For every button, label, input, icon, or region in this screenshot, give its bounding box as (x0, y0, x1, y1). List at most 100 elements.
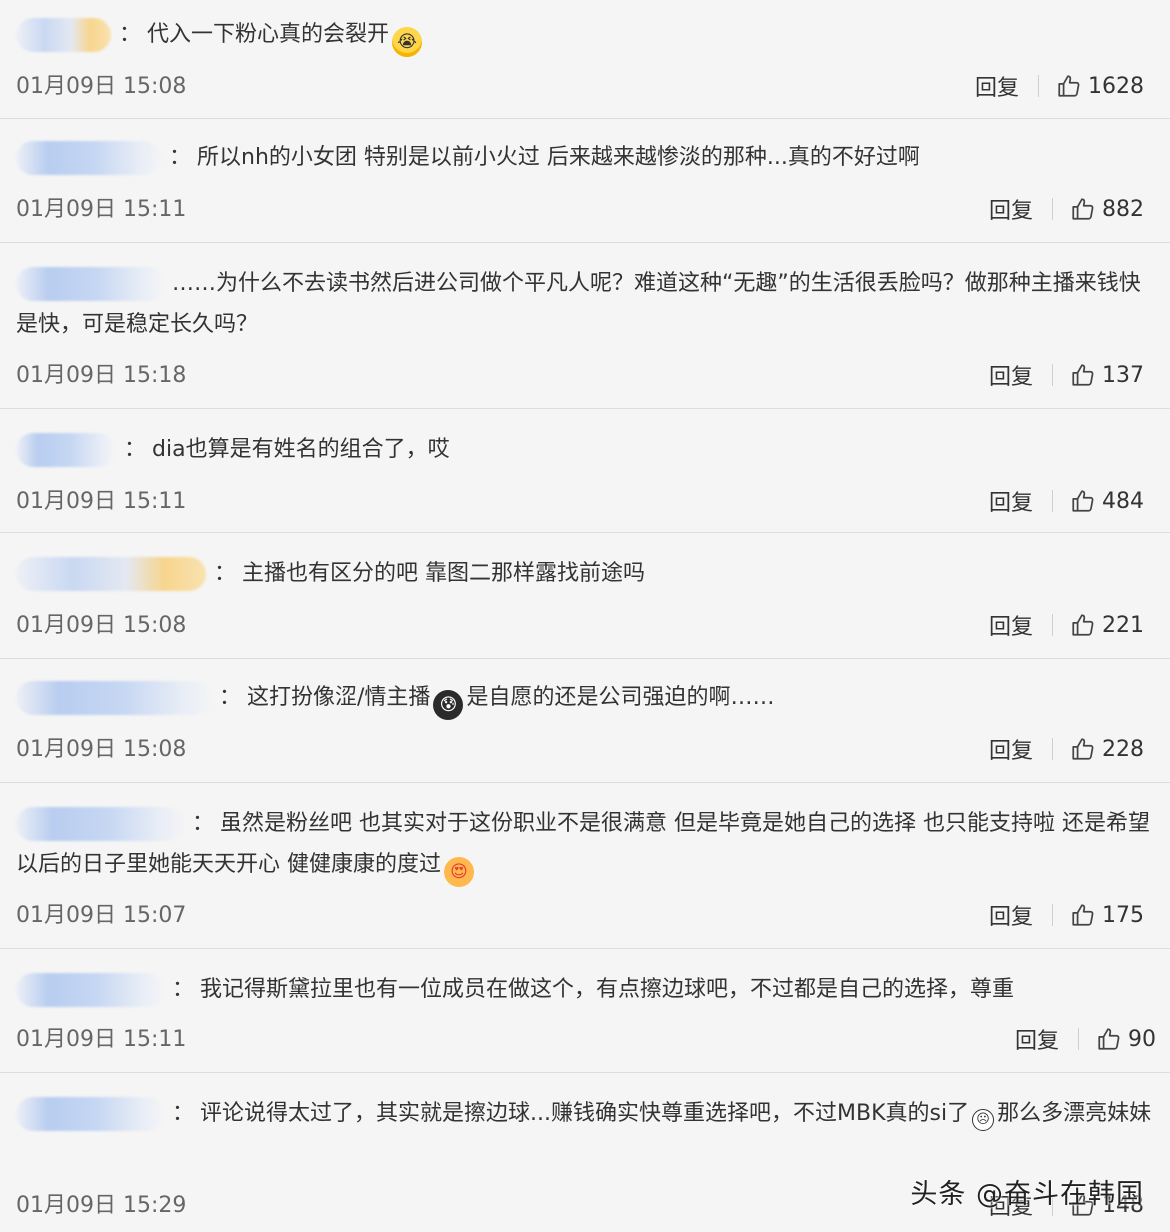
comment-body: 虽然是粉丝吧 也其实对于这份职业不是很满意 但是毕竟是她自己的选择 也只能支持啦… (16, 811, 1150, 877)
blurred-username[interactable] (16, 973, 164, 1007)
like-count: 882 (1102, 196, 1144, 222)
like-button[interactable]: 1628 (1056, 73, 1144, 99)
reply-button[interactable]: 回复 (989, 733, 1033, 765)
reply-button[interactable]: 回复 (989, 609, 1033, 641)
divider (1052, 364, 1053, 386)
comment-item: ：代入一下粉心真的会裂开 😭 01月09日 15:08 回复 1628 (0, 0, 1170, 119)
like-count: 90 (1128, 1026, 1156, 1052)
like-button[interactable]: 882 (1070, 196, 1144, 222)
blurred-username[interactable] (16, 18, 111, 52)
comment-text: ……为什么不去读书然后进公司做个平凡人呢？难道这种“无趣”的生活很丢脸吗？做那种… (16, 263, 1156, 345)
crying-face-icon: 😭 (392, 27, 423, 57)
comment-item: ：所以nh的小女团 特别是以前小火过 后来越来越惨淡的那种...真的不好过啊 0… (0, 119, 1170, 243)
comment-body: 所以nh的小女团 特别是以前小火过 后来越来越惨淡的那种...真的不好过啊 (197, 145, 920, 170)
comment-text: ：我记得斯黛拉里也有一位成员在做这个，有点擦边球吧，不过都是自己的选择，尊重 (16, 969, 1156, 1010)
comment-item: ：主播也有区分的吧 靠图二那样露找前途吗 01月09日 15:08 回复 221 (0, 533, 1170, 659)
like-count: 221 (1102, 612, 1144, 638)
comment-body: 评论说得太过了，其实就是擦边球...赚钱确实快尊重选择吧，不过MBK真的si了 (200, 1101, 970, 1126)
comment-item: ……为什么不去读书然后进公司做个平凡人呢？难道这种“无趣”的生活很丢脸吗？做那种… (0, 243, 1170, 409)
thumbs-up-icon (1072, 904, 1094, 926)
divider (1052, 490, 1053, 512)
blurred-username[interactable] (16, 141, 161, 175)
comment-actions: 回复 90 (1015, 1023, 1156, 1055)
reply-button[interactable]: 回复 (1015, 1023, 1059, 1055)
like-count: 137 (1102, 362, 1144, 388)
watermark: 头条 @奋斗在韩国 (910, 1179, 1144, 1210)
comment-item: ：我记得斯黛拉里也有一位成员在做这个，有点擦边球吧，不过都是自己的选择，尊重 0… (0, 949, 1170, 1073)
timestamp: 01月09日 15:11 (16, 489, 187, 514)
divider (1078, 1028, 1079, 1050)
comment-body-continued: 是自愿的还是公司强迫的啊…… (466, 685, 775, 710)
timestamp: 01月09日 15:08 (16, 74, 187, 99)
reply-button[interactable]: 回复 (989, 193, 1033, 225)
timestamp: 01月09日 15:07 (16, 903, 187, 928)
colon: ： (124, 437, 147, 462)
heart-eyes-face-icon: 😍 (444, 857, 474, 887)
comment-actions: 回复 228 (989, 733, 1144, 765)
reply-button[interactable]: 回复 (975, 70, 1019, 102)
reply-button[interactable]: 回复 (989, 485, 1033, 517)
colon: ： (172, 1101, 195, 1126)
comment-text: ：这打扮像涩/情主播 😰 是自愿的还是公司强迫的啊…… (16, 677, 1156, 720)
timestamp: 01月09日 15:11 (16, 1027, 187, 1052)
like-count: 175 (1102, 902, 1144, 928)
like-count: 228 (1102, 736, 1144, 762)
thumbs-up-icon (1072, 364, 1094, 386)
timestamp: 01月09日 15:29 (16, 1193, 187, 1218)
comment-text: ：主播也有区分的吧 靠图二那样露找前途吗 (16, 553, 1156, 594)
comment-actions: 回复 882 (989, 193, 1144, 225)
like-count: 484 (1102, 488, 1144, 514)
colon: ： (192, 811, 215, 836)
thumbs-up-icon (1058, 75, 1080, 97)
reply-button[interactable]: 回复 (989, 359, 1033, 391)
comment-item: ： dia也算是有姓名的组合了，哎 01月09日 15:11 回复 484 (0, 409, 1170, 533)
like-button[interactable]: 228 (1070, 736, 1144, 762)
thumbs-up-icon (1072, 614, 1094, 636)
colon: ： (169, 145, 192, 170)
comment-actions: 回复 484 (989, 485, 1144, 517)
comment-item: ：虽然是粉丝吧 也其实对于这份职业不是很满意 但是毕竟是她自己的选择 也只能支持… (0, 783, 1170, 949)
colon: ： (119, 22, 142, 47)
comment-actions: 回复 1628 (975, 70, 1144, 102)
sad-face-icon: ☹ (972, 1109, 995, 1131)
timestamp: 01月09日 15:08 (16, 737, 187, 762)
blurred-username[interactable] (16, 681, 211, 715)
comment-body: 我记得斯黛拉里也有一位成员在做这个，有点擦边球吧，不过都是自己的选择，尊重 (200, 977, 1015, 1002)
comment-body: ……为什么不去读书然后进公司做个平凡人呢？难道这种“无趣”的生活很丢脸吗？做那种… (16, 271, 1141, 337)
divider (1052, 904, 1053, 926)
timestamp: 01月09日 15:11 (16, 197, 187, 222)
comment-body: 主播也有区分的吧 靠图二那样露找前途吗 (242, 561, 646, 586)
comment-actions: 回复 175 (989, 899, 1144, 931)
divider (1052, 738, 1053, 760)
like-button[interactable]: 221 (1070, 612, 1144, 638)
comment-text: ：评论说得太过了，其实就是擦边球...赚钱确实快尊重选择吧，不过MBK真的si了… (16, 1093, 1156, 1134)
divider (1038, 75, 1039, 97)
blurred-username[interactable] (16, 807, 184, 841)
comment-body-continued: 那么多漂亮妹妹 (997, 1101, 1152, 1126)
blurred-username[interactable] (16, 1097, 164, 1131)
like-count: 1628 (1088, 73, 1144, 99)
like-button[interactable]: 484 (1070, 488, 1144, 514)
comment-body: 这打扮像涩/情主播 (247, 685, 431, 710)
comment-actions: 回复 137 (989, 359, 1144, 391)
divider (1052, 198, 1053, 220)
thumbs-up-icon (1098, 1028, 1120, 1050)
colon: ： (214, 561, 237, 586)
like-button[interactable]: 175 (1070, 902, 1144, 928)
comment-text: ：所以nh的小女团 特别是以前小火过 后来越来越惨淡的那种...真的不好过啊 (16, 137, 1156, 178)
divider (1052, 614, 1053, 636)
thumbs-up-icon (1072, 490, 1094, 512)
comment-list: ：代入一下粉心真的会裂开 😭 01月09日 15:08 回复 1628 ：所以nh… (0, 0, 1170, 1232)
blurred-username[interactable] (16, 557, 206, 591)
comment-text: ：代入一下粉心真的会裂开 😭 (16, 14, 1156, 57)
blurred-username[interactable] (16, 433, 116, 467)
like-button[interactable]: 90 (1096, 1026, 1156, 1052)
like-button[interactable]: 137 (1070, 362, 1144, 388)
thumbs-up-icon (1072, 198, 1094, 220)
colon: ： (219, 685, 242, 710)
comment-item: ：这打扮像涩/情主播 😰 是自愿的还是公司强迫的啊…… 01月09日 15:08 回… (0, 659, 1170, 783)
blurred-username[interactable] (16, 267, 164, 301)
reply-button[interactable]: 回复 (989, 899, 1033, 931)
sweat-face-icon: 😰 (433, 690, 464, 720)
thumbs-up-icon (1072, 738, 1094, 760)
